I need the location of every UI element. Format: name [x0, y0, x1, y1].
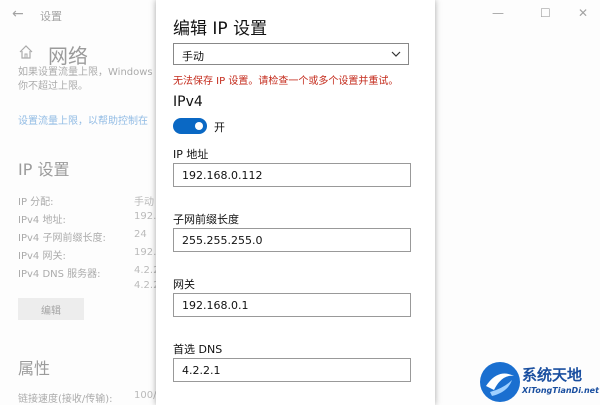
preferred-dns-label: 首选 DNS — [173, 343, 223, 356]
page-title: 网络 — [48, 44, 88, 68]
kv-value: 24 — [134, 229, 147, 240]
kv-label: IPv4 地址: — [18, 215, 66, 226]
window-title: 设置 — [40, 10, 62, 23]
close-button[interactable]: ✕ — [578, 6, 588, 20]
ip-mode-dropdown[interactable]: 手动 — [173, 43, 409, 65]
metered-note-line: 如果设置流量上限，Windows — [18, 67, 153, 78]
dialog-title: 编辑 IP 设置 — [173, 19, 268, 39]
preferred-dns-input[interactable] — [173, 358, 411, 382]
error-message: 无法保存 IP 设置。请检查一个或多个设置并重试。 — [173, 76, 399, 87]
minimize-button[interactable]: — — [492, 6, 504, 20]
back-arrow-icon[interactable]: ← — [12, 6, 24, 22]
toggle-knob — [195, 122, 203, 130]
subnet-prefix-label: 子网前缀长度 — [173, 213, 239, 226]
kv-label: IPv4 子网前缀长度: — [18, 233, 106, 244]
properties-heading: 属性 — [18, 359, 51, 378]
watermark-logo-icon — [480, 362, 520, 402]
ip-address-input[interactable] — [173, 163, 411, 187]
watermark: 系统天地 XiTongTianDi.net — [476, 358, 600, 405]
link-speed-value: 100/ — [134, 390, 157, 401]
subnet-prefix-input[interactable] — [173, 228, 411, 252]
home-icon[interactable] — [18, 44, 34, 60]
ipv4-toggle[interactable] — [173, 118, 207, 134]
metered-note: 如果设置流量上限，Windows 你不超过上限。 — [18, 66, 153, 94]
ipv4-toggle-label: 开 — [214, 121, 225, 134]
watermark-name: 系统天地 — [522, 366, 583, 384]
maximize-button[interactable]: ☐ — [540, 6, 551, 20]
kv-label: IP 分配: — [18, 197, 54, 208]
ip-address-label: IP 地址 — [173, 148, 209, 161]
kv-value: 192. — [134, 247, 157, 258]
ipv4-heading: IPv4 — [173, 94, 203, 110]
gateway-label: 网关 — [173, 278, 195, 291]
edit-ip-dialog: 编辑 IP 设置 手动 无法保存 IP 设置。请检查一个或多个设置并重试。 IP… — [156, 0, 435, 405]
ip-settings-heading: IP 设置 — [18, 160, 70, 179]
link-speed-label: 链接速度(接收/传输): — [18, 394, 113, 405]
edit-button[interactable]: 编辑 — [18, 298, 84, 320]
kv-value: 手动 — [134, 197, 154, 208]
data-limit-link[interactable]: 设置流量上限，以帮助控制在 — [18, 112, 148, 127]
gateway-input[interactable] — [173, 293, 411, 317]
watermark-url: XiTongTianDi.net — [522, 386, 599, 395]
metered-note-line: 你不超过上限。 — [18, 81, 88, 92]
chevron-down-icon — [391, 51, 401, 57]
kv-value: 192. — [134, 211, 157, 222]
kv-label: IPv4 网关: — [18, 251, 66, 262]
ip-mode-value: 手动 — [182, 50, 204, 63]
kv-label: IPv4 DNS 服务器: — [18, 269, 101, 280]
